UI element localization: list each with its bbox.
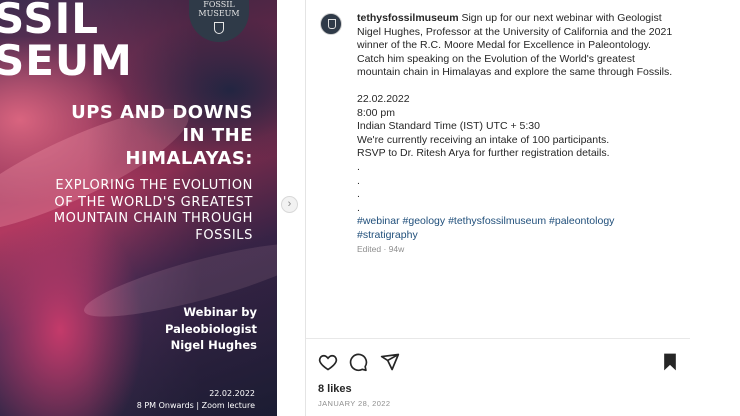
post-actions xyxy=(318,352,678,372)
poster-webinar-line: Webinar by xyxy=(183,305,257,319)
event-intake: We're currently receiving an intake of 1… xyxy=(357,133,610,146)
hashtags[interactable]: #webinar #geology #tethysfossilmuseum #p… xyxy=(357,215,677,229)
share-icon[interactable] xyxy=(380,352,400,372)
panel-divider xyxy=(305,0,306,416)
caption-dot: . xyxy=(357,201,360,214)
caption-dot: . xyxy=(357,160,360,173)
post-date: JANUARY 28, 2022 xyxy=(318,399,391,408)
poster-title-line-2: SEUM xyxy=(0,36,133,85)
poster-time-line: 8 PM Onwards | Zoom lecture xyxy=(136,401,255,410)
logo-text-1: FOSSIL xyxy=(203,0,235,9)
poster-headline: UPS AND DOWNS IN THE HIMALAYAS: xyxy=(71,102,253,169)
poster-webinar-line: Paleobiologist xyxy=(165,321,257,336)
event-date: 22.02.2022 xyxy=(357,92,410,105)
poster-subheadline: EXPLORING THE EVOLUTION OF THE WORLD'S G… xyxy=(53,178,253,243)
poster-webinar-info: Webinar by Paleobiologist Nigel Hughes xyxy=(107,304,257,354)
bookmark-icon[interactable] xyxy=(660,352,680,372)
post-caption: tethysfossilmuseum Sign up for our next … xyxy=(357,12,677,256)
poster-webinar-line: Nigel Hughes xyxy=(170,338,257,352)
event-timezone: Indian Standard Time (IST) UTC + 5:30 xyxy=(357,120,540,133)
heart-icon[interactable] xyxy=(318,352,338,372)
logo-text-2: MUSEUM xyxy=(198,9,240,18)
hashtags[interactable]: #stratigraphy xyxy=(357,229,677,243)
username-link[interactable]: tethysfossilmuseum xyxy=(357,12,459,24)
poster-date: 22.02.2022 xyxy=(209,389,255,398)
shield-icon xyxy=(214,22,224,34)
edited-timestamp: Edited · 94w xyxy=(357,243,405,254)
comment-icon[interactable] xyxy=(348,352,368,372)
event-rsvp: RSVP to Dr. Ritesh Arya for further regi… xyxy=(357,147,610,160)
caption-dot: . xyxy=(357,188,360,201)
post-image-poster[interactable]: SSIL SEUM FOSSIL MUSEUM UPS AND DOWNS IN… xyxy=(0,0,277,416)
caption-dot: . xyxy=(357,174,360,187)
carousel-next-button[interactable]: › xyxy=(281,196,298,213)
event-time: 8:00 pm xyxy=(357,106,395,119)
likes-count[interactable]: 8 likes xyxy=(318,383,352,395)
chevron-right-icon: › xyxy=(287,198,292,210)
actions-divider xyxy=(306,338,690,339)
avatar[interactable] xyxy=(320,13,342,35)
